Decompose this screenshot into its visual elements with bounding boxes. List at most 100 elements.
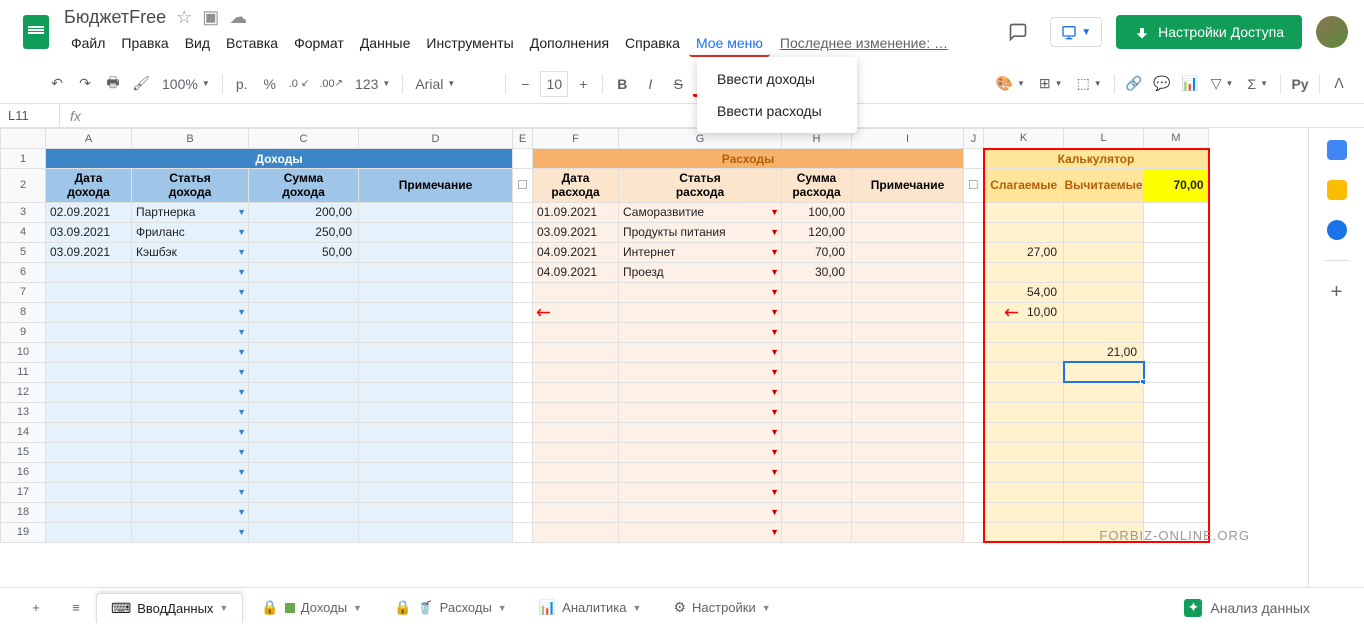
cell[interactable]: 10,00 (984, 302, 1064, 322)
cell[interactable] (359, 202, 513, 222)
redo-button[interactable]: ↷ (72, 71, 98, 97)
cell[interactable]: ▼ (619, 422, 782, 442)
row-header[interactable]: 17 (1, 482, 46, 502)
cell[interactable] (964, 502, 984, 522)
cell[interactable] (852, 522, 964, 542)
cell[interactable] (533, 442, 619, 462)
cell[interactable] (1064, 382, 1144, 402)
cell[interactable] (964, 342, 984, 362)
cell[interactable] (359, 422, 513, 442)
cell[interactable] (1064, 442, 1144, 462)
cell[interactable] (249, 482, 359, 502)
cell[interactable] (782, 342, 852, 362)
cell[interactable]: 50,00 (249, 242, 359, 262)
cell[interactable] (984, 342, 1064, 362)
cell[interactable] (359, 502, 513, 522)
fill-color-button[interactable]: 🎨▼ (990, 75, 1031, 92)
cell[interactable] (1064, 242, 1144, 262)
comment-button[interactable]: 💬 (1149, 71, 1175, 97)
cell[interactable]: ▼ (619, 302, 782, 322)
cell[interactable] (984, 322, 1064, 342)
strike-button[interactable]: S (665, 71, 691, 97)
italic-button[interactable]: I (637, 71, 663, 97)
cell[interactable] (1064, 422, 1144, 442)
move-icon[interactable]: ▣ (202, 7, 219, 28)
cell[interactable]: 04.09.2021 (533, 262, 619, 282)
comments-icon[interactable] (1000, 14, 1036, 50)
col-header[interactable]: A (46, 129, 132, 149)
cell[interactable]: ▼ (132, 522, 249, 542)
cell[interactable] (249, 362, 359, 382)
menu-вставка[interactable]: Вставка (219, 31, 285, 57)
cell[interactable] (513, 422, 533, 442)
cell[interactable] (1144, 422, 1209, 442)
cell[interactable]: ▼ (132, 502, 249, 522)
cell[interactable] (513, 322, 533, 342)
cell[interactable] (852, 202, 964, 222)
cell[interactable] (249, 402, 359, 422)
cell[interactable] (782, 362, 852, 382)
cell[interactable]: 70,00 (782, 242, 852, 262)
cell[interactable] (46, 282, 132, 302)
cell[interactable] (359, 302, 513, 322)
cell[interactable] (1064, 282, 1144, 302)
cell[interactable] (1064, 302, 1144, 322)
cell[interactable] (852, 502, 964, 522)
row-header[interactable]: 7 (1, 282, 46, 302)
cell[interactable]: ▼ (132, 482, 249, 502)
cell[interactable] (984, 482, 1064, 502)
col-header[interactable]: F (533, 129, 619, 149)
cell[interactable] (964, 442, 984, 462)
cell[interactable] (249, 382, 359, 402)
dec-add-button[interactable]: .00↗ (315, 71, 347, 97)
cell[interactable] (533, 502, 619, 522)
cell[interactable]: Датарасхода (533, 169, 619, 203)
cell[interactable] (46, 482, 132, 502)
cell[interactable] (533, 522, 619, 542)
dropdown-item[interactable]: Ввести расходы (697, 95, 857, 127)
cell[interactable]: Статьядохода (132, 169, 249, 203)
cell[interactable] (46, 302, 132, 322)
menu-справка[interactable]: Справка (618, 31, 687, 57)
cell[interactable] (964, 462, 984, 482)
cell[interactable]: Партнерка▼ (132, 202, 249, 222)
cell[interactable]: Кэшбэк▼ (132, 242, 249, 262)
cell[interactable]: Примечание (359, 169, 513, 203)
cell[interactable]: ▼ (619, 362, 782, 382)
cell[interactable] (249, 302, 359, 322)
cell[interactable]: 21,00 (1064, 342, 1144, 362)
cell[interactable] (852, 462, 964, 482)
cell[interactable]: 250,00 (249, 222, 359, 242)
cell[interactable] (513, 382, 533, 402)
cell[interactable] (46, 522, 132, 542)
cell[interactable]: ▼ (619, 482, 782, 502)
sheet-tab[interactable]: ⌨ВводДанных▼ (96, 593, 243, 623)
dropdown-item[interactable]: Ввести доходы (697, 63, 857, 95)
cell[interactable]: 200,00 (249, 202, 359, 222)
cell[interactable] (984, 462, 1064, 482)
cell[interactable]: ▼ (619, 442, 782, 462)
cell[interactable] (533, 282, 619, 302)
cell[interactable]: ▼ (619, 502, 782, 522)
cell[interactable] (984, 362, 1064, 382)
cell[interactable]: Проезд▼ (619, 262, 782, 282)
cell[interactable] (852, 482, 964, 502)
cell[interactable] (852, 442, 964, 462)
cell[interactable] (46, 422, 132, 442)
cell[interactable] (359, 342, 513, 362)
cell[interactable] (984, 402, 1064, 422)
cell[interactable] (533, 462, 619, 482)
cell[interactable] (852, 362, 964, 382)
cell[interactable] (782, 462, 852, 482)
cell[interactable] (1144, 302, 1209, 322)
row-header[interactable]: 9 (1, 322, 46, 342)
row-header[interactable]: 14 (1, 422, 46, 442)
cell[interactable] (533, 362, 619, 382)
collapse-button[interactable]: ᐱ (1326, 71, 1352, 97)
cell[interactable] (852, 262, 964, 282)
cell[interactable] (1064, 322, 1144, 342)
name-box[interactable]: L11 (0, 104, 60, 127)
cloud-icon[interactable]: ☁ (229, 7, 247, 28)
row-header[interactable]: 10 (1, 342, 46, 362)
cell[interactable] (1144, 322, 1209, 342)
